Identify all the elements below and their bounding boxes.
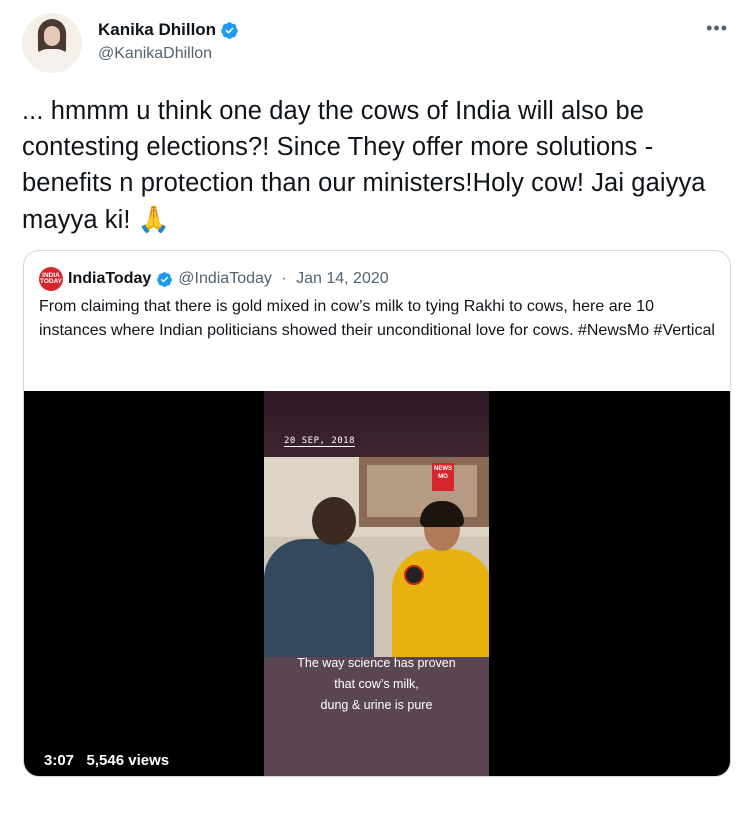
tweet-body: ... hmmm u think one day the cows of Ind… — [22, 93, 737, 238]
video-player[interactable]: 20 SEP, 2018 NEWS MO The way science has… — [24, 391, 730, 776]
video-duration: 3:07 — [44, 752, 75, 769]
caption-line: The way science has proven — [297, 656, 456, 670]
tweet-text: ... hmmm u think one day the cows of Ind… — [22, 97, 706, 234]
video-frame: 20 SEP, 2018 NEWS MO The way science has… — [264, 391, 489, 776]
verified-badge-icon — [221, 21, 238, 39]
caption-line: that cow’s milk, — [334, 677, 419, 691]
video-views: 5,546 views — [86, 752, 170, 769]
quoted-tweet-header: INDIA TODAY IndiaToday @IndiaToday · Jan… — [39, 267, 389, 291]
caption-line: dung & urine is pure — [320, 698, 433, 712]
video-date-overlay: 20 SEP, 2018 — [284, 436, 356, 447]
more-icon[interactable]: ••• — [706, 18, 728, 39]
verified-badge-icon — [157, 271, 173, 287]
quoted-author-name[interactable]: IndiaToday — [68, 270, 151, 288]
india-today-logo: INDIA TODAY — [39, 267, 63, 291]
video-stats: 3:07 5,546 views — [44, 752, 169, 769]
quoted-author-handle[interactable]: @IndiaToday — [178, 270, 272, 288]
folded-hands-icon: 🙏 — [137, 204, 171, 234]
video-caption: The way science has proven that cow’s mi… — [264, 653, 489, 716]
separator-dot: · — [276, 270, 292, 287]
video-scene: NEWS MO — [264, 457, 489, 659]
interviewer-figure — [264, 497, 374, 659]
author-name-row[interactable]: Kanika Dhillon — [98, 20, 239, 40]
interviewee-figure — [384, 497, 489, 659]
author-handle[interactable]: @KanikaDhillon — [98, 45, 212, 63]
quoted-tweet-card[interactable]: INDIA TODAY IndiaToday @IndiaToday · Jan… — [23, 250, 731, 777]
quoted-tweet-date[interactable]: Jan 14, 2020 — [296, 270, 389, 288]
newsmo-badge: NEWS MO — [432, 463, 454, 491]
author-name[interactable]: Kanika Dhillon — [98, 20, 216, 40]
microphone-icon — [404, 565, 424, 585]
quoted-tweet-text: From claiming that there is gold mixed i… — [39, 298, 715, 339]
author-avatar[interactable] — [22, 13, 82, 73]
